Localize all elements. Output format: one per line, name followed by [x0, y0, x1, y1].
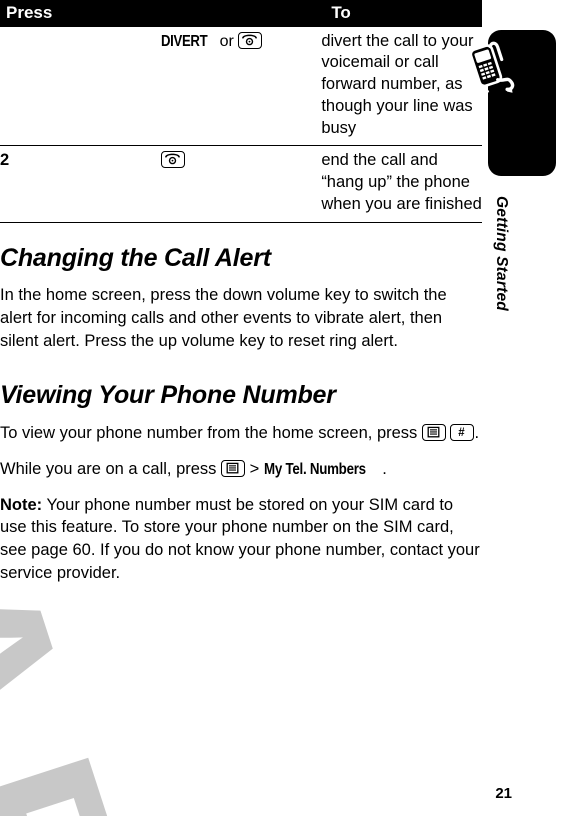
paragraph-trail-text: .	[474, 423, 480, 442]
column-header-to: To	[321, 0, 482, 27]
table-header-row: Press To	[0, 0, 482, 27]
page-number: 21	[495, 785, 512, 802]
paragraph-lead-text: While you are on a call, press	[0, 459, 217, 478]
softkey-label-divert: DIVERT	[160, 32, 208, 50]
end-call-key-icon	[238, 31, 263, 49]
row-step-number: 2	[0, 145, 161, 223]
svg-text:#: #	[459, 427, 466, 439]
row-description: divert the call to your voicemail or cal…	[321, 26, 482, 147]
note-label: Note:	[0, 495, 43, 514]
section-paragraph: In the home screen, press the down volum…	[0, 286, 447, 350]
key-instruction-table: Press To DIVERT or divert the call to yo	[0, 0, 482, 223]
note-paragraph: Note: Your phone number must be stored o…	[0, 494, 480, 585]
row-step-number	[0, 26, 161, 147]
section-heading-changing-call-alert: Changing the Call Alert	[0, 243, 271, 272]
menu-key-icon	[221, 459, 246, 477]
table-row: 2 end the call and “hang up” the phone w…	[0, 145, 482, 223]
row-description: end the call and “hang up” the phone whe…	[321, 145, 482, 223]
menu-key-icon	[421, 423, 446, 441]
menu-item-my-tel-numbers: My Tel. Numbers	[263, 460, 366, 478]
paragraph-lead-text: To view your phone number from the home …	[0, 423, 418, 442]
table-row: DIVERT or divert the call to your voicem…	[0, 26, 482, 147]
row-key-cell	[160, 145, 322, 223]
chapter-sidebar: Getting Started 21	[464, 0, 580, 816]
row-key-cell: DIVERT or	[160, 26, 322, 147]
section-paragraph: While you are on a call, press > My Tel.…	[0, 458, 480, 481]
end-call-key-icon	[160, 151, 185, 169]
page-content: Press To DIVERT or divert the call to yo	[0, 0, 482, 598]
pound-key-icon: #	[450, 423, 475, 441]
note-text: Your phone number must be stored on your…	[0, 495, 480, 582]
section-heading-viewing-phone-number: Viewing Your Phone Number	[0, 381, 336, 410]
conjunction-or: or	[219, 32, 234, 50]
chapter-label: Getting Started	[493, 196, 510, 311]
column-header-press: Press	[0, 0, 322, 27]
paragraph-trail-text: .	[382, 459, 387, 478]
menu-path-separator: >	[249, 459, 260, 478]
running-phone-icon	[464, 38, 526, 102]
section-paragraph: To view your phone number from the home …	[0, 422, 480, 445]
